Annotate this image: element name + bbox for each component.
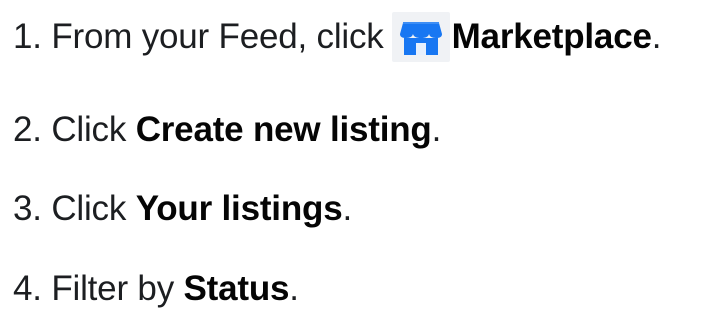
step-bold-text: Create new listing	[135, 110, 432, 149]
step-number: 4.	[13, 269, 42, 308]
step-2: 2. Click Create new listing.	[13, 110, 441, 150]
step-number: 2.	[13, 110, 42, 149]
step-period: .	[431, 110, 442, 149]
step-number: 1.	[13, 17, 42, 56]
step-1: 1. From your Feed, click Marketplace.	[13, 12, 661, 62]
step-number: 3.	[13, 189, 42, 228]
instruction-steps: 1. From your Feed, click Marketplace. 2.…	[0, 0, 726, 314]
step-bold-text: Marketplace	[451, 17, 652, 56]
step-period: .	[289, 269, 299, 308]
step-bold-text: Status	[183, 269, 290, 308]
step-3: 3. Click Your listings.	[13, 189, 352, 229]
step-bold-text: Your listings	[135, 189, 343, 228]
step-text: Filter by	[51, 269, 174, 308]
step-period: .	[651, 17, 662, 56]
step-text: From your Feed, click	[51, 17, 384, 56]
step-text: Click	[51, 189, 127, 228]
marketplace-shop-icon	[391, 12, 450, 62]
step-text: Click	[51, 110, 127, 149]
step-period: .	[342, 189, 352, 228]
step-4: 4. Filter by Status.	[13, 269, 299, 309]
